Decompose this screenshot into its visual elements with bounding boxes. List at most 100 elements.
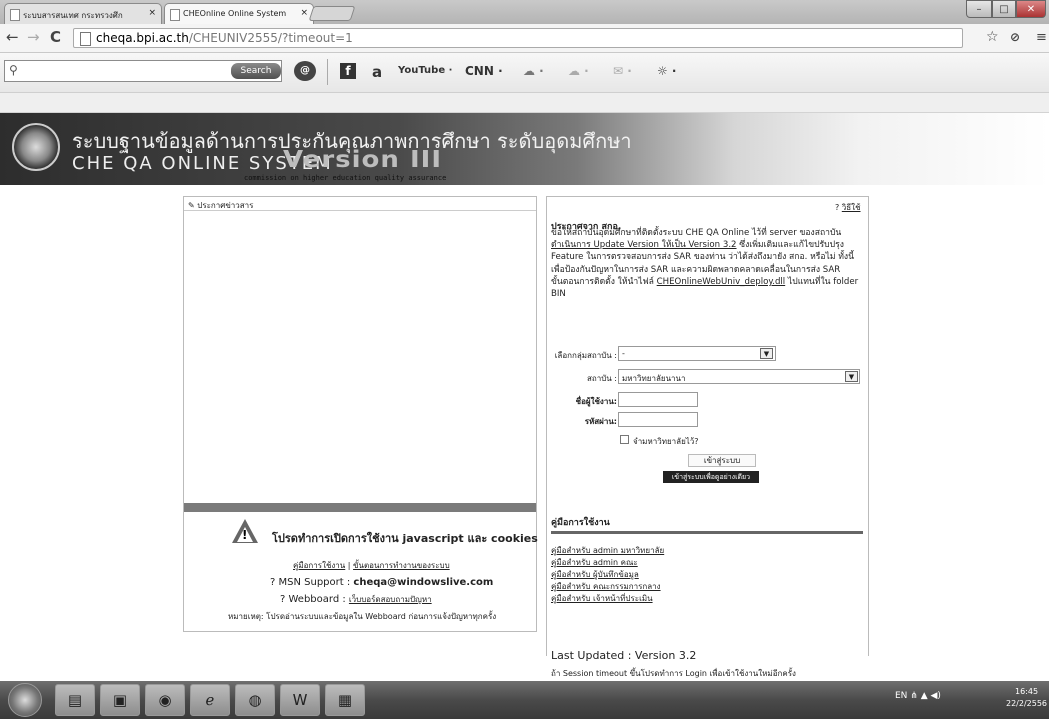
password-label: รหัสผ่าน:	[584, 417, 617, 426]
chrome-icon[interactable]: ◉	[145, 684, 185, 716]
internet-explorer-icon[interactable]: ℯ	[190, 684, 230, 716]
presentation-icon[interactable]: ▦	[325, 684, 365, 716]
che-logo	[12, 123, 60, 171]
group-value: -	[622, 349, 625, 358]
login-button[interactable]: เข้าสู่ระบบ	[688, 454, 756, 467]
steps-link[interactable]: ขั้นตอนการทำงานของระบบ	[353, 561, 450, 570]
institution-value: มหาวิทยาลัยนานา	[622, 374, 686, 383]
clock-time: 16:45	[1014, 687, 1039, 696]
address-bar-row: ← → C cheqa.bpi.ac.th/CHEUNIV2555/?timeo…	[0, 24, 1049, 53]
facebook-icon[interactable]: f	[340, 63, 356, 79]
clock-date: 22/2/2556	[1006, 699, 1048, 708]
amazon-icon[interactable]: a	[372, 63, 382, 81]
language-indicator[interactable]: EN	[895, 691, 907, 701]
toolbar-divider	[327, 59, 328, 85]
last-updated-label: Last Updated : Version	[551, 649, 676, 662]
page-icon	[10, 9, 20, 21]
tab-moe[interactable]: ระบบสารสนเทศ กระทรวงศึก ×	[4, 3, 162, 24]
close-tab-icon[interactable]: ×	[148, 8, 156, 18]
system-tray: EN ⋔ ▲ ◀)	[895, 691, 941, 701]
guest-login-button[interactable]: เข้าสู่ระบบเพื่อดูอย่างเดียว	[663, 471, 759, 483]
star-icon[interactable]: ☆	[986, 29, 999, 45]
page-icon	[170, 9, 180, 21]
webboard-row: ? Webboard : เว็บบอร์ดสอบถามปัญหา	[280, 594, 432, 605]
news-panel: ✎ ประกาศข่าวสาร ! โปรดทำการเปิดการใช้งาน…	[183, 196, 538, 632]
new-tab-button[interactable]	[308, 6, 356, 21]
window-controls: – □ ✕	[966, 0, 1046, 19]
last-updated-value: 3.2	[678, 649, 697, 662]
settings-icon[interactable]: ☼ ·	[657, 64, 677, 78]
windows-taskbar: ▤ ▣ ◉ ℯ ◍ W ▦ EN ⋔ ▲ ◀) 16:45 22/2/2556	[0, 681, 1049, 719]
remember-checkbox[interactable]	[620, 435, 629, 444]
dll-link[interactable]: CHEOnlineWebUniv_deploy.dll	[657, 277, 786, 287]
divider-bar	[184, 503, 536, 512]
menu-icon[interactable]: ≡	[1036, 30, 1047, 45]
file-explorer-icon[interactable]: ▤	[55, 684, 95, 716]
warning-mark: !	[242, 528, 248, 542]
remember-label: จำมหาวิทยาลัยไว้?	[633, 437, 699, 446]
manual-link[interactable]: คู่มือการใช้งาน	[293, 561, 345, 570]
back-icon[interactable]: ←	[6, 28, 19, 46]
tab-label: ระบบสารสนเทศ กระทรวงศึก	[23, 11, 123, 20]
version-title: Version III	[283, 146, 442, 174]
site-banner: ระบบฐานข้อมูลด้านการประกันคุณภาพการศึกษา…	[0, 113, 1049, 185]
tab-label: CHEOnline Online System	[183, 9, 287, 18]
institution-label: สถาบัน :	[586, 374, 617, 383]
webboard-note: หมายเหตุ: โปรดอ่านระบบและข้อมูลใน Webboa…	[228, 612, 497, 621]
weather-icon[interactable]: ☁ ·	[523, 64, 544, 78]
msn-label: MSN Support :	[278, 577, 351, 588]
tab-cheonline[interactable]: CHEOnline Online System ×	[164, 3, 314, 24]
last-updated: Last Updated : Version 3.2	[551, 649, 696, 662]
mail-icon[interactable]: ✉ ·	[613, 64, 632, 78]
minimize-icon[interactable]: –	[966, 0, 992, 18]
msn-support: ? MSN Support : cheqa@windowslive.com	[270, 577, 493, 588]
network-icon[interactable]: ⋔ ▲	[910, 691, 930, 701]
chevron-down-icon[interactable]: ▼	[845, 371, 858, 382]
search-button[interactable]: Search	[231, 63, 281, 79]
youtube-icon[interactable]: YouTube ·	[398, 65, 452, 76]
news-header: ✎ ประกาศข่าวสาร	[184, 197, 536, 211]
cloud-icon[interactable]: ☁ ·	[568, 64, 589, 78]
ask-icon[interactable]: @	[294, 61, 316, 81]
extension-icon[interactable]: ⊘	[1010, 30, 1020, 44]
help-link[interactable]: ? วิธีใช้	[835, 201, 861, 214]
globe-icon[interactable]: ◍	[235, 684, 275, 716]
help-links: คู่มือการใช้งาน | ขั้นตอนการทำงานของระบบ	[293, 561, 450, 570]
help-label: วิธีใช้	[841, 203, 861, 212]
reload-icon[interactable]: C	[50, 28, 61, 46]
search-icon: ⚲	[9, 63, 18, 77]
help-icon: ?	[280, 594, 286, 605]
webboard-link[interactable]: เว็บบอร์ดสอบถามปัญหา	[349, 595, 432, 604]
announce-text: ขั้นตอนการติดตั้ง ให้นำไฟล์	[551, 276, 654, 287]
announce-text: ขอให้สถาบันอุดมศึกษาที่ติดตั้งระบบ CHE Q…	[551, 228, 842, 238]
group-select[interactable]: -	[618, 346, 776, 361]
bookmarks-bar	[0, 93, 1049, 113]
start-button[interactable]	[8, 683, 42, 717]
update-link[interactable]: ดำเนินการ Update Version ให้เป็น Version…	[551, 240, 737, 250]
session-note: ถ้า Session timeout ขึ้นโปรดทำการ Login …	[551, 669, 796, 678]
chevron-down-icon[interactable]: ▼	[760, 348, 773, 359]
close-window-icon[interactable]: ✕	[1016, 0, 1046, 18]
youtube-label: YouTube	[398, 65, 446, 76]
toolbar-search-input[interactable]: ⚲ Search	[4, 60, 282, 82]
javascript-warning: โปรดทำการเปิดการใช้งาน javascript และ co…	[272, 532, 538, 545]
password-field[interactable]	[618, 412, 698, 427]
manual-link-assessor[interactable]: คู่มือสำหรับ เจ้าหน้าที่ประเมิน	[551, 592, 653, 605]
url-input[interactable]: cheqa.bpi.ac.th/CHEUNIV2555/?timeout=1	[73, 28, 963, 48]
msn-email: cheqa@windowslive.com	[353, 577, 494, 588]
maximize-icon[interactable]: □	[992, 0, 1016, 18]
volume-icon[interactable]: ◀)	[930, 691, 940, 701]
close-tab-icon[interactable]: ×	[300, 8, 308, 18]
webboard-label: Webboard	[288, 594, 340, 605]
word-icon[interactable]: W	[280, 684, 320, 716]
media-player-icon[interactable]: ▣	[100, 684, 140, 716]
help-icon: ?	[835, 203, 840, 212]
cnn-icon[interactable]: CNN ·	[465, 64, 503, 78]
news-icon: ✎	[188, 201, 195, 210]
username-field[interactable]	[618, 392, 698, 407]
browser-titlebar: ระบบสารสนเทศ กระทรวงศึก × CHEOnline Onli…	[0, 0, 1049, 24]
page-icon	[80, 32, 91, 46]
institution-select[interactable]: มหาวิทยาลัยนานา	[618, 369, 860, 384]
clock[interactable]: 16:45 22/2/2556	[1006, 686, 1047, 710]
forward-icon[interactable]: →	[27, 28, 40, 46]
